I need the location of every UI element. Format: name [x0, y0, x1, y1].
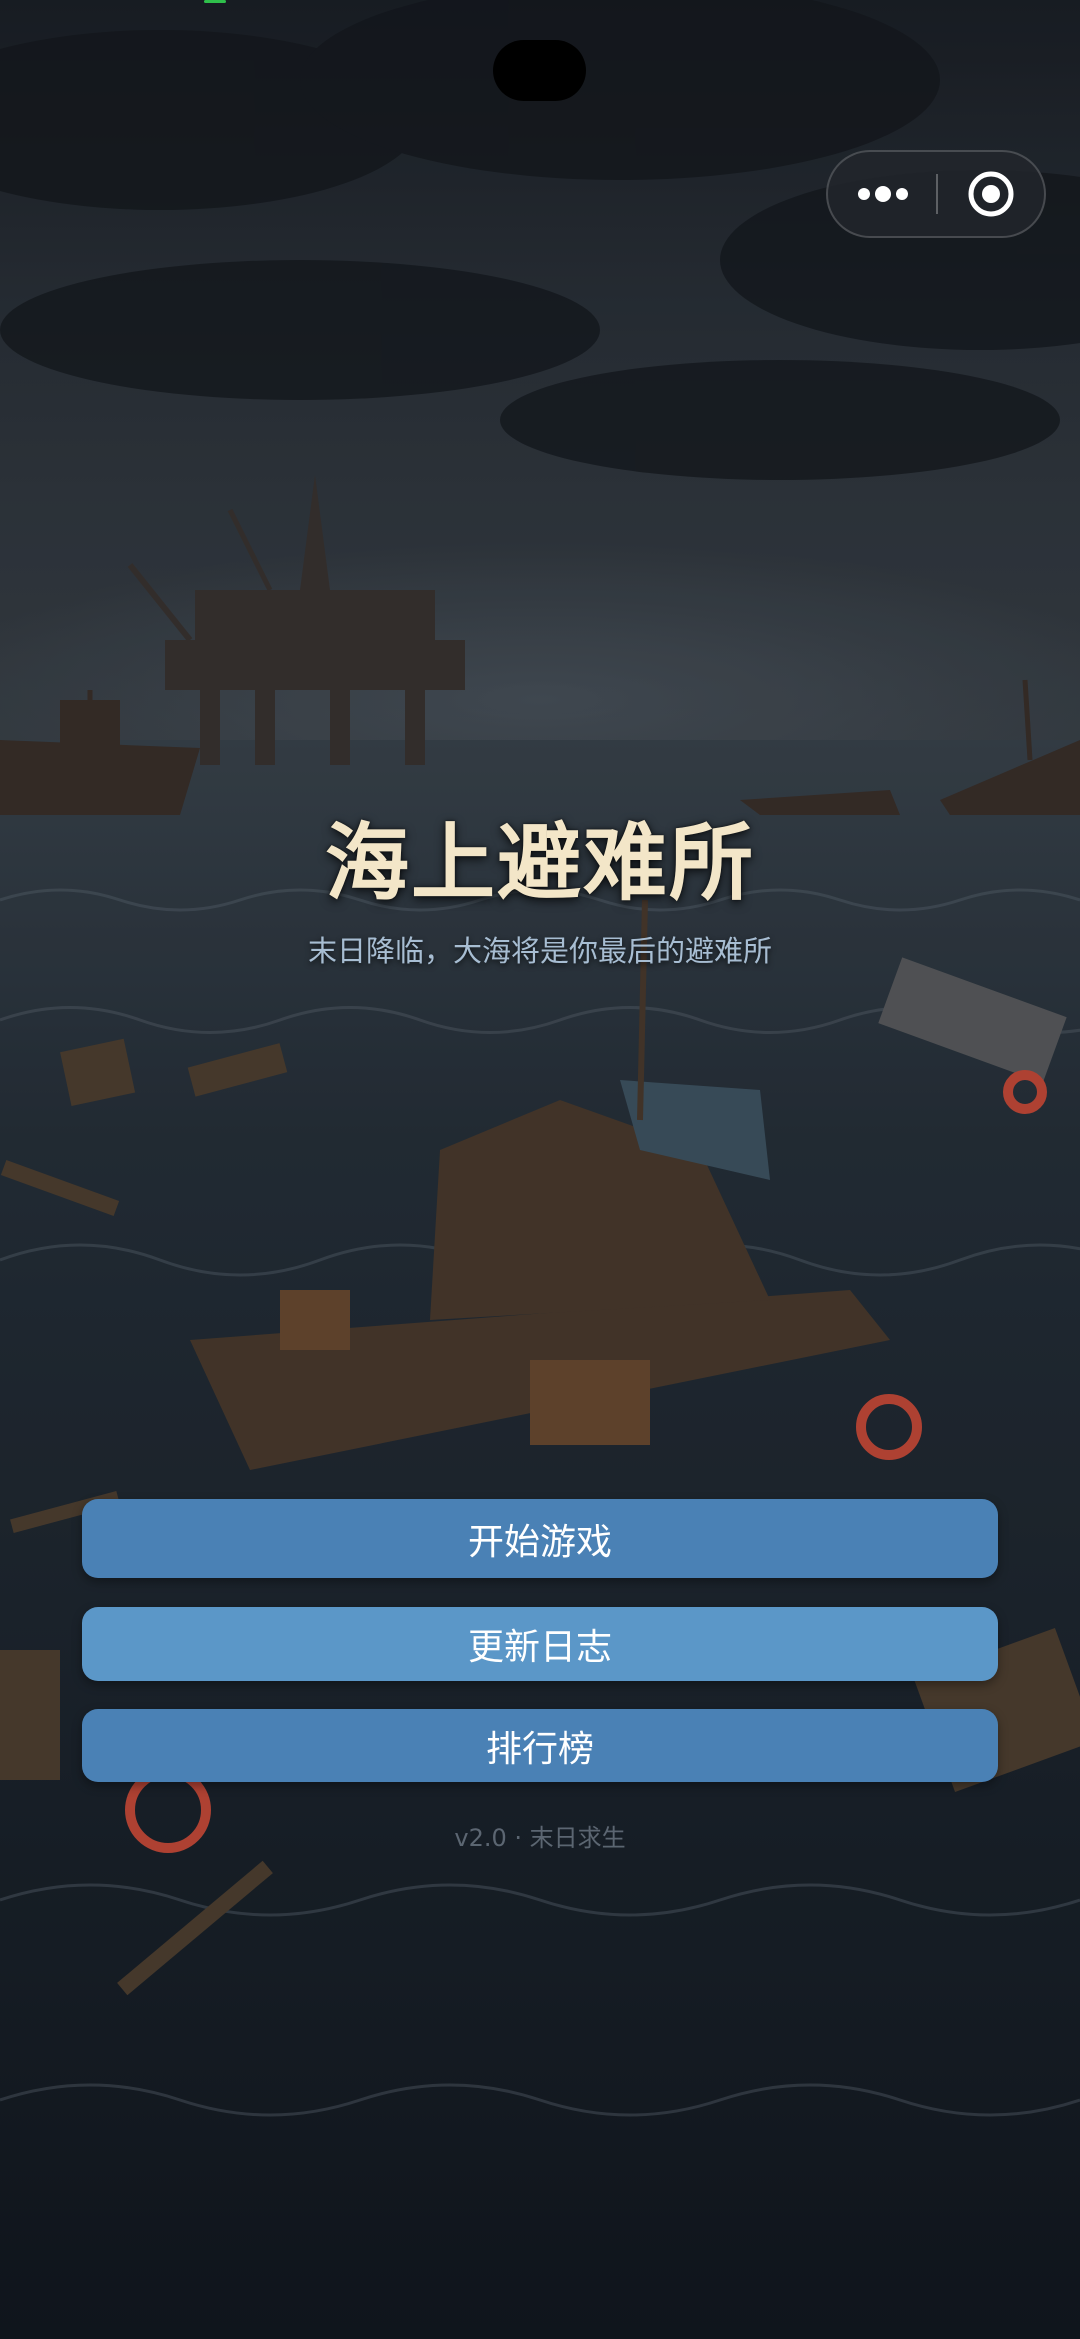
target-close-icon — [968, 171, 1014, 217]
status-indicator — [204, 0, 226, 3]
game-title: 海上避难所 — [324, 814, 755, 912]
more-button[interactable] — [828, 152, 938, 236]
game-subtitle: 末日降临，大海将是你最后的避难所 — [307, 934, 772, 968]
camera-cutout — [493, 40, 586, 101]
close-button[interactable] — [938, 152, 1044, 236]
game-start-screen: 海上避难所 末日降临，大海将是你最后的避难所 开始游戏 更新日志 排行榜 v2.… — [0, 0, 1080, 2339]
version-footer: v2.0 · 末日求生 — [454, 1824, 626, 1852]
stormy-sea-background — [0, 0, 1080, 2339]
leaderboard-button[interactable]: 排行榜 — [82, 1709, 998, 1782]
miniprogram-capsule — [826, 150, 1046, 238]
start-game-button[interactable]: 开始游戏 — [82, 1499, 998, 1578]
changelog-button[interactable]: 更新日志 — [82, 1607, 998, 1681]
more-dots-icon — [858, 186, 908, 202]
